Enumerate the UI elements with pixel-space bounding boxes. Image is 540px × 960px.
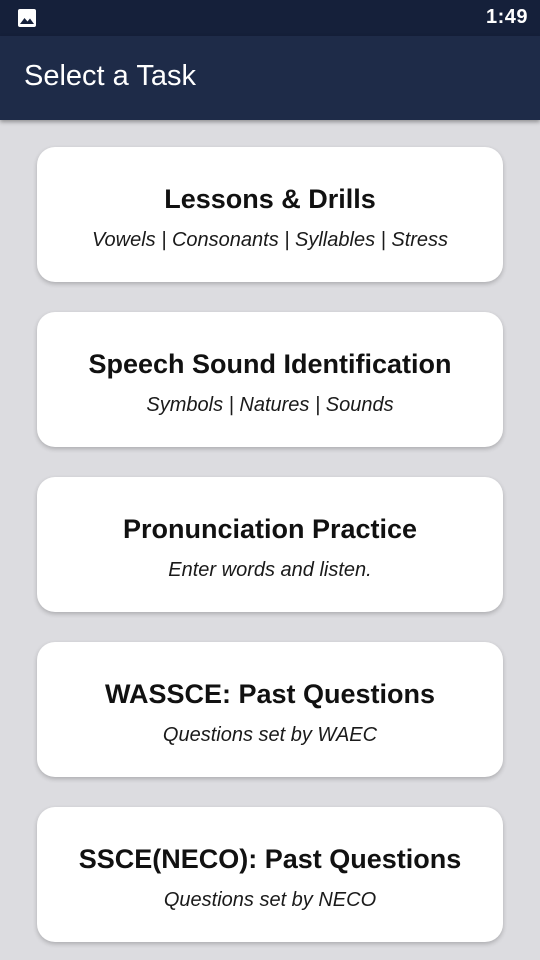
task-card-subtitle: Questions set by WAEC (162, 724, 378, 746)
gallery-icon (18, 9, 36, 27)
task-list: Lessons & Drills Vowels | Consonants | S… (0, 120, 540, 960)
task-card-title: Speech Sound Identification (88, 349, 452, 379)
page-title: Select a Task (24, 60, 196, 92)
task-card-ssce-neco-past-questions[interactable]: SSCE(NECO): Past Questions Questions set… (37, 807, 503, 942)
task-card-title: SSCE(NECO): Past Questions (78, 844, 462, 874)
task-card-title: Lessons & Drills (164, 184, 376, 214)
app-bar: Select a Task (0, 36, 540, 120)
task-card-subtitle: Enter words and listen. (168, 559, 372, 581)
status-bar: 1:49 (0, 0, 540, 36)
status-time: 1:49 (485, 6, 528, 28)
task-card-lessons-drills[interactable]: Lessons & Drills Vowels | Consonants | S… (37, 147, 503, 282)
task-card-pronunciation-practice[interactable]: Pronunciation Practice Enter words and l… (37, 477, 503, 612)
task-card-subtitle: Questions set by NECO (163, 889, 377, 911)
task-card-title: Pronunciation Practice (122, 514, 418, 544)
task-card-speech-sound-identification[interactable]: Speech Sound Identification Symbols | Na… (37, 312, 503, 447)
task-card-title: WASSCE: Past Questions (104, 679, 436, 709)
task-card-subtitle: Symbols | Natures | Sounds (146, 394, 394, 416)
task-card-subtitle: Vowels | Consonants | Syllables | Stress (91, 229, 449, 251)
task-card-wassce-past-questions[interactable]: WASSCE: Past Questions Questions set by … (37, 642, 503, 777)
